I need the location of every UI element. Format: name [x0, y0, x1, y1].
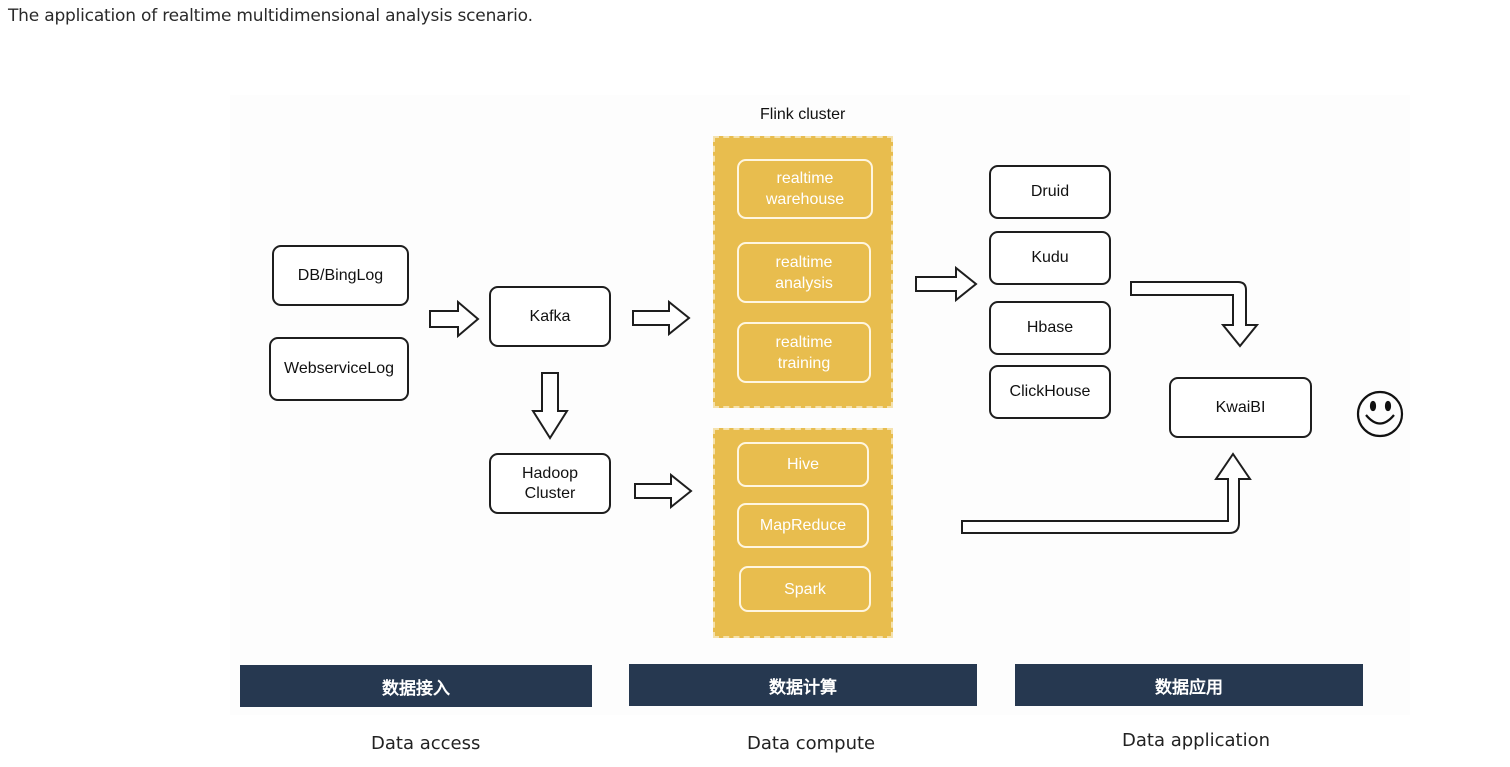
arrows-layer: [429, 265, 1404, 534]
arrow-right-icon: [915, 265, 978, 303]
arrow-right-icon: [634, 472, 693, 510]
elbow-arrow-up-icon: [961, 452, 1252, 534]
section-label-data-application: Data application: [1122, 730, 1270, 751]
section-band-data-access: 数据接入: [240, 665, 592, 707]
elbow-arrow-down-icon: [1130, 281, 1260, 348]
section-label-data-access: Data access: [371, 733, 481, 754]
arrow-right-icon: [429, 299, 480, 339]
section-band-data-application: 数据应用: [1015, 664, 1363, 706]
smiley-face-icon: [1356, 390, 1404, 438]
arrow-right-icon: [632, 299, 691, 337]
section-band-data-compute: 数据计算: [629, 664, 977, 706]
section-label-data-compute: Data compute: [747, 733, 876, 754]
arrow-down-icon: [531, 372, 569, 440]
